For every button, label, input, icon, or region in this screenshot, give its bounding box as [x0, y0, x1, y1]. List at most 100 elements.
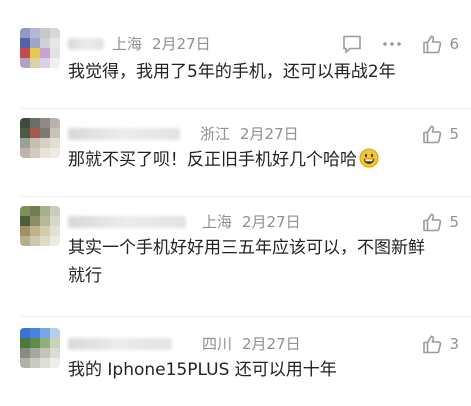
comment-text: 那就不买了呗！反正旧手机好几个哈哈 — [68, 146, 437, 174]
thumbs-up-icon[interactable] — [421, 333, 443, 355]
avatar-pixel — [50, 206, 60, 216]
avatar-pixel — [50, 28, 60, 38]
avatar-pixel — [50, 58, 60, 68]
avatar-pixel — [40, 118, 50, 128]
avatar-pixel — [40, 38, 50, 48]
thumbs-up-icon[interactable] — [421, 33, 443, 55]
avatar-pixel — [40, 348, 50, 358]
like-count: 5 — [449, 125, 459, 143]
username-blurred[interactable] — [68, 128, 180, 140]
avatar-pixel — [20, 148, 30, 158]
comment-location: 上海 — [202, 213, 233, 231]
avatar-pixel — [20, 138, 30, 148]
avatar-pixel — [20, 348, 30, 358]
thumbs-up-icon[interactable] — [421, 123, 443, 145]
avatar-pixel — [30, 148, 40, 158]
avatar[interactable] — [20, 206, 60, 246]
avatar-pixel — [40, 328, 50, 338]
avatar-pixel — [20, 128, 30, 138]
avatar-pixel — [50, 216, 60, 226]
avatar-pixel — [40, 138, 50, 148]
avatar-pixel — [50, 148, 60, 158]
comment-date: 2月27日 — [152, 35, 211, 53]
username-blurred[interactable] — [68, 216, 186, 228]
comment-date: 2月27日 — [240, 125, 299, 143]
avatar-pixel — [50, 138, 60, 148]
avatar[interactable] — [20, 28, 60, 68]
avatar-pixel — [40, 216, 50, 226]
avatar[interactable] — [20, 118, 60, 158]
avatar[interactable] — [20, 328, 60, 368]
avatar-pixel — [30, 206, 40, 216]
avatar-pixel — [30, 38, 40, 48]
divider — [20, 108, 471, 109]
comment-meta: 上海 2月27日 6 — [68, 28, 471, 60]
avatar-pixel — [50, 38, 60, 48]
avatar-pixel — [30, 216, 40, 226]
avatar-pixel — [20, 328, 30, 338]
avatar-pixel — [30, 328, 40, 338]
divider — [20, 196, 471, 197]
comment-location: 四川 — [202, 335, 233, 353]
avatar-pixel — [50, 358, 60, 368]
avatar-pixel — [20, 338, 30, 348]
avatar-pixel — [50, 236, 60, 246]
comment-text: 我觉得，我用了5年的手机，还可以再战2年 — [68, 62, 396, 82]
avatar-pixel — [30, 236, 40, 246]
avatar-pixel — [40, 338, 50, 348]
avatar-pixel — [40, 28, 50, 38]
avatar-pixel — [40, 148, 50, 158]
more-dots-icon[interactable] — [381, 33, 403, 55]
divider — [20, 316, 471, 317]
avatar-pixel — [30, 58, 40, 68]
like-button[interactable]: 6 — [421, 28, 459, 60]
username-blurred[interactable] — [68, 338, 172, 350]
avatar-pixel — [30, 48, 40, 58]
like-count: 6 — [449, 35, 459, 53]
avatar-pixel — [30, 348, 40, 358]
avatar-pixel — [20, 58, 30, 68]
avatar-pixel — [50, 48, 60, 58]
avatar-pixel — [40, 128, 50, 138]
avatar-pixel — [50, 338, 60, 348]
avatar-pixel — [50, 348, 60, 358]
comment-location: 浙江 — [200, 125, 231, 143]
comment-date: 2月27日 — [242, 213, 301, 231]
avatar-pixel — [40, 206, 50, 216]
comment-list: 上海 2月27日 6 我觉得，我用了5年的手机，还可以再战2年 浙江 2月27日… — [0, 0, 471, 406]
avatar-pixel — [30, 358, 40, 368]
avatar-pixel — [20, 38, 30, 48]
grinning-face-icon — [359, 148, 379, 168]
avatar-pixel — [40, 358, 50, 368]
like-count: 3 — [449, 335, 459, 353]
avatar-pixel — [40, 226, 50, 236]
avatar-pixel — [20, 206, 30, 216]
avatar-pixel — [20, 28, 30, 38]
username-blurred[interactable] — [68, 38, 104, 50]
avatar-pixel — [50, 128, 60, 138]
avatar-pixel — [20, 118, 30, 128]
avatar-pixel — [40, 58, 50, 68]
avatar-pixel — [30, 138, 40, 148]
avatar-pixel — [20, 48, 30, 58]
avatar-pixel — [20, 358, 30, 368]
avatar-pixel — [30, 128, 40, 138]
avatar-pixel — [40, 48, 50, 58]
avatar-pixel — [30, 226, 40, 236]
avatar-pixel — [30, 338, 40, 348]
comment-text: 我的 Iphone15PLUS 还可以用十年 — [68, 360, 337, 380]
avatar-pixel — [20, 216, 30, 226]
comment-bubble-icon[interactable] — [341, 33, 363, 55]
avatar-pixel — [20, 226, 30, 236]
comment-date: 2月27日 — [242, 335, 301, 353]
avatar-pixel — [30, 118, 40, 128]
avatar-pixel — [50, 118, 60, 128]
avatar-pixel — [40, 236, 50, 246]
avatar-pixel — [50, 226, 60, 236]
thumbs-up-icon[interactable] — [421, 211, 443, 233]
comment-text: 其实一个手机好好用三五年应该可以，不图新鲜就行 — [68, 238, 425, 286]
comment-actions: 6 — [341, 28, 459, 60]
comment-location: 上海 — [112, 35, 143, 53]
comment-text-body: 那就不买了呗！反正旧手机好几个哈哈 — [68, 150, 357, 170]
avatar-pixel — [20, 236, 30, 246]
